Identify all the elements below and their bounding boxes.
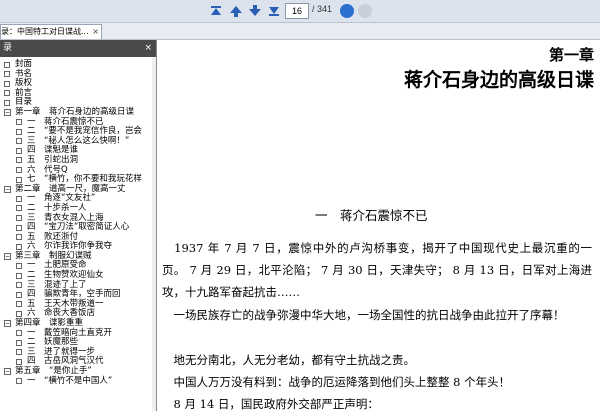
collapse-icon[interactable]: −: [4, 368, 11, 375]
sidebar-title: 录: [3, 43, 13, 53]
paragraph: 中国人万万没有料到：战争的厄运降落到他们头上整整 8 个年头！: [162, 375, 511, 389]
bookmark-icon: [4, 80, 10, 87]
bookmark-icon: [4, 99, 10, 106]
toolbar: 16 / 341: [0, 0, 600, 23]
sidebar-item[interactable]: 五 引蛇出洞: [0, 155, 152, 166]
bookmark-icon: [16, 339, 22, 346]
bookmarks-sidebar: 录 × 封面 书名 版权 前言 目录 − 第一章 蒋介石身边的高级日谍一 蒋介石震惊不已二 …: [0, 40, 157, 411]
bookmark-icon: [16, 378, 22, 385]
bookmark-icon: [16, 128, 22, 135]
close-icon[interactable]: ×: [144, 40, 152, 57]
bookmark-icon: [16, 262, 22, 269]
bookmark-icon: [16, 119, 22, 126]
bookmark-icon: [16, 272, 22, 279]
collapse-icon[interactable]: −: [4, 108, 11, 116]
paragraph: 地无分南北，人无分老幼，都有守土抗战之责。: [162, 353, 415, 367]
bookmark-icon: [16, 157, 22, 164]
bookmark-icon: [16, 224, 22, 231]
first-page-icon[interactable]: [208, 3, 224, 19]
close-icon[interactable]: ×: [92, 25, 99, 39]
sidebar-item[interactable]: 一 “横竹不是中国人”: [0, 375, 152, 387]
bookmark-icon: [16, 234, 22, 241]
bookmark-icon: [16, 215, 22, 221]
next-page-icon[interactable]: [247, 3, 263, 19]
collapse-icon[interactable]: −: [4, 320, 11, 328]
bookmark-icon: [16, 195, 22, 202]
page-total: / 341: [312, 4, 333, 14]
bookmark-icon: [16, 147, 22, 154]
document-tab[interactable]: 录：中国特工对日谍战... ×: [0, 24, 102, 39]
collapse-icon[interactable]: −: [4, 185, 11, 193]
chapter-number: 第一章: [548, 46, 594, 64]
bookmark-icon: [4, 61, 10, 68]
paragraph: 一场民族存亡的战争弥漫中华大地，一场全国性的抗日战争由此拉开了序幕！: [162, 308, 565, 322]
document-page: 第一章 蒋介石身边的高级日谍 一 蒋介石震惊不已 1937 年 7 月 7 日，…: [157, 40, 600, 411]
zoom-out-icon[interactable]: [358, 4, 372, 18]
bookmark-icon: [16, 167, 22, 174]
section-title: 一 蒋介石震惊不已: [315, 208, 428, 223]
bookmark-icon: [16, 282, 22, 289]
bookmark-icon: [16, 349, 22, 356]
bookmark-icon: [16, 291, 22, 298]
zoom-in-icon[interactable]: [340, 4, 354, 18]
page-number-input[interactable]: 16: [285, 3, 309, 19]
collapse-icon[interactable]: −: [4, 252, 11, 260]
bookmark-icon: [16, 330, 22, 337]
sidebar-item-label: 一 “横竹不是中国人”: [27, 375, 113, 386]
sidebar-scrollbar[interactable]: [152, 57, 156, 411]
bookmark-icon: [16, 243, 22, 250]
bookmark-icon: [16, 301, 22, 308]
bookmark-icon: [16, 358, 22, 365]
bookmark-icon: [16, 176, 22, 183]
bookmark-icon: [16, 310, 22, 317]
tab-strip: 录：中国特工对日谍战... ×: [0, 23, 600, 40]
bookmark-icon: [16, 205, 22, 212]
paragraph: 8 月 14 日，国民政府外交部严正声明：: [162, 397, 379, 411]
bookmark-icon: [4, 71, 10, 78]
bookmark-icon: [4, 90, 10, 97]
prev-page-icon[interactable]: [228, 3, 244, 19]
paragraph: 1937 年 7 月 7 日，震惊中外的卢沟桥事变，揭开了中国现代史上最沉重的一…: [162, 241, 592, 299]
last-page-icon[interactable]: [266, 3, 282, 19]
bookmark-icon: [16, 138, 22, 145]
chapter-title: 蒋介石身边的高级日谍: [403, 69, 594, 91]
bookmark-tree: 封面 书名 版权 前言 目录 − 第一章 蒋介石身边的高级日谍一 蒋介石震惊不已二 “要不是…: [0, 59, 152, 387]
sidebar-header: 录 ×: [0, 40, 156, 57]
tab-label: 录：中国特工对日谍战...: [1, 27, 89, 36]
